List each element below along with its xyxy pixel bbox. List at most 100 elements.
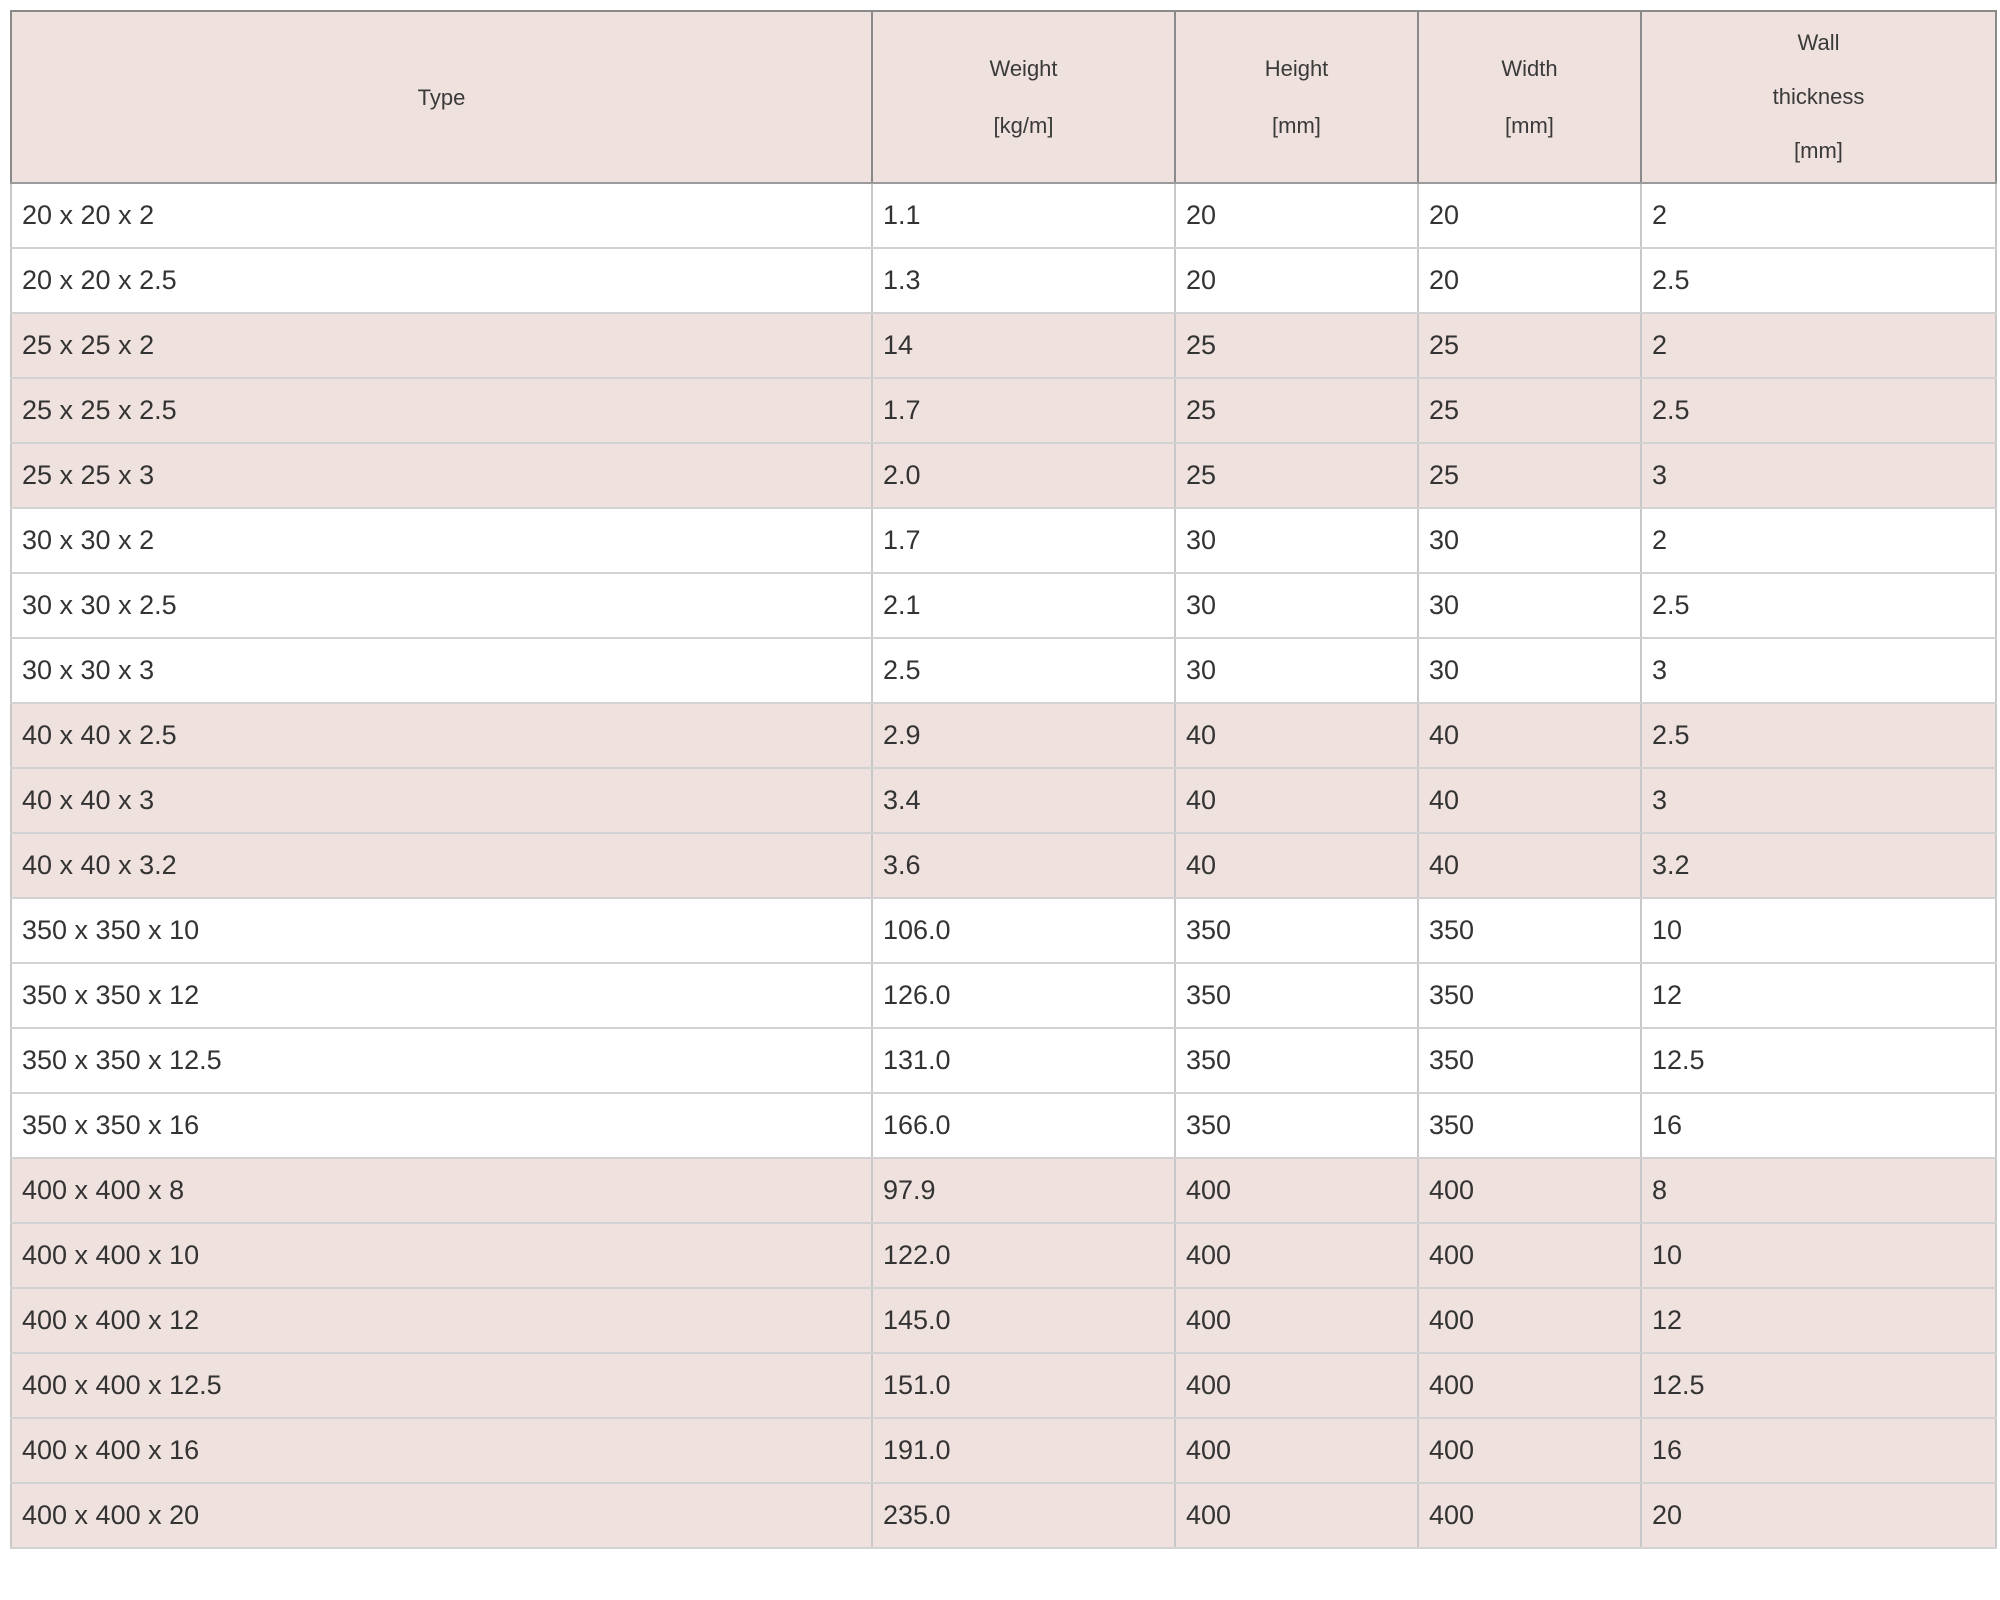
cell-weight: 1.7 bbox=[871, 378, 1176, 444]
cell-wall-thickness: 3 bbox=[1640, 638, 1997, 704]
header-width-label: Width bbox=[1501, 56, 1558, 81]
cell-height: 25 bbox=[1174, 443, 1419, 509]
cell-type: 350 x 350 x 10 bbox=[10, 898, 873, 964]
cell-height: 400 bbox=[1174, 1223, 1419, 1289]
cell-wall-thickness: 3 bbox=[1640, 443, 1997, 509]
cell-type: 25 x 25 x 2 bbox=[10, 313, 873, 379]
table-row: 20 x 20 x 2 1.1 20 20 2 bbox=[10, 183, 1997, 249]
cell-width: 40 bbox=[1417, 768, 1642, 834]
cell-weight: 166.0 bbox=[871, 1093, 1176, 1159]
cell-wall-thickness: 3.2 bbox=[1640, 833, 1997, 899]
cell-wall-thickness: 10 bbox=[1640, 1223, 1997, 1289]
header-weight-label: Weight bbox=[989, 56, 1058, 81]
cell-wall-thickness: 3 bbox=[1640, 768, 1997, 834]
cell-weight: 145.0 bbox=[871, 1288, 1176, 1354]
cell-weight: 2.5 bbox=[871, 638, 1176, 704]
table-row: 350 x 350 x 16 166.0 350 350 16 bbox=[10, 1093, 1997, 1159]
cell-type: 400 x 400 x 10 bbox=[10, 1223, 873, 1289]
cell-weight: 3.6 bbox=[871, 833, 1176, 899]
cell-width: 400 bbox=[1417, 1223, 1642, 1289]
cell-type: 400 x 400 x 12.5 bbox=[10, 1353, 873, 1419]
cell-width: 400 bbox=[1417, 1353, 1642, 1419]
cell-width: 25 bbox=[1417, 443, 1642, 509]
cell-weight: 1.7 bbox=[871, 508, 1176, 574]
cell-weight: 14 bbox=[871, 313, 1176, 379]
cell-width: 30 bbox=[1417, 638, 1642, 704]
cell-wall-thickness: 2.5 bbox=[1640, 573, 1997, 639]
cell-wall-thickness: 10 bbox=[1640, 898, 1997, 964]
spec-table-container: Type Weight [kg/m] Height [mm] Width [mm… bbox=[10, 10, 1997, 1549]
cell-weight: 131.0 bbox=[871, 1028, 1176, 1094]
cell-type: 40 x 40 x 2.5 bbox=[10, 703, 873, 769]
cell-type: 25 x 25 x 2.5 bbox=[10, 378, 873, 444]
cell-type: 400 x 400 x 20 bbox=[10, 1483, 873, 1549]
cell-weight: 122.0 bbox=[871, 1223, 1176, 1289]
cell-type: 20 x 20 x 2.5 bbox=[10, 248, 873, 314]
header-width-unit: [mm] bbox=[1505, 113, 1554, 138]
table-row: 40 x 40 x 3 3.4 40 40 3 bbox=[10, 768, 1997, 834]
table-row: 30 x 30 x 2 1.7 30 30 2 bbox=[10, 508, 1997, 574]
table-row: 20 x 20 x 2.5 1.3 20 20 2.5 bbox=[10, 248, 1997, 314]
cell-wall-thickness: 16 bbox=[1640, 1418, 1997, 1484]
cell-height: 400 bbox=[1174, 1353, 1419, 1419]
header-wall-label: Wall bbox=[1797, 30, 1840, 55]
cell-type: 20 x 20 x 2 bbox=[10, 183, 873, 249]
table-row: 400 x 400 x 16 191.0 400 400 16 bbox=[10, 1418, 1997, 1484]
table-row: 400 x 400 x 10 122.0 400 400 10 bbox=[10, 1223, 1997, 1289]
header-wall-unit: [mm] bbox=[1794, 138, 1843, 163]
table-row: 350 x 350 x 12 126.0 350 350 12 bbox=[10, 963, 1997, 1029]
cell-width: 20 bbox=[1417, 183, 1642, 249]
cell-width: 40 bbox=[1417, 833, 1642, 899]
cell-width: 350 bbox=[1417, 963, 1642, 1029]
cell-weight: 151.0 bbox=[871, 1353, 1176, 1419]
table-header: Type Weight [kg/m] Height [mm] Width [mm… bbox=[10, 11, 1997, 184]
header-thickness-label: thickness bbox=[1772, 84, 1865, 109]
cell-type: 350 x 350 x 12.5 bbox=[10, 1028, 873, 1094]
cell-height: 30 bbox=[1174, 508, 1419, 574]
header-height-label: Height bbox=[1264, 56, 1329, 81]
cell-weight: 191.0 bbox=[871, 1418, 1176, 1484]
header-height-unit: [mm] bbox=[1272, 113, 1321, 138]
cell-height: 350 bbox=[1174, 1028, 1419, 1094]
cell-wall-thickness: 2 bbox=[1640, 508, 1997, 574]
cell-width: 25 bbox=[1417, 313, 1642, 379]
table-row: 25 x 25 x 3 2.0 25 25 3 bbox=[10, 443, 1997, 509]
cell-weight: 126.0 bbox=[871, 963, 1176, 1029]
cell-width: 350 bbox=[1417, 898, 1642, 964]
cell-height: 350 bbox=[1174, 898, 1419, 964]
cell-type: 400 x 400 x 12 bbox=[10, 1288, 873, 1354]
cell-height: 40 bbox=[1174, 768, 1419, 834]
cell-type: 350 x 350 x 12 bbox=[10, 963, 873, 1029]
cell-width: 30 bbox=[1417, 573, 1642, 639]
cell-type: 30 x 30 x 2 bbox=[10, 508, 873, 574]
cell-wall-thickness: 12 bbox=[1640, 963, 1997, 1029]
cell-wall-thickness: 8 bbox=[1640, 1158, 1997, 1224]
header-weight-unit: [kg/m] bbox=[993, 113, 1054, 138]
cell-width: 350 bbox=[1417, 1093, 1642, 1159]
cell-height: 25 bbox=[1174, 313, 1419, 379]
table-row: 350 x 350 x 10 106.0 350 350 10 bbox=[10, 898, 1997, 964]
cell-width: 20 bbox=[1417, 248, 1642, 314]
cell-wall-thickness: 2 bbox=[1640, 183, 1997, 249]
cell-wall-thickness: 12.5 bbox=[1640, 1028, 1997, 1094]
cell-height: 20 bbox=[1174, 183, 1419, 249]
cell-type: 350 x 350 x 16 bbox=[10, 1093, 873, 1159]
cell-type: 40 x 40 x 3.2 bbox=[10, 833, 873, 899]
cell-weight: 1.3 bbox=[871, 248, 1176, 314]
cell-weight: 2.0 bbox=[871, 443, 1176, 509]
cell-wall-thickness: 20 bbox=[1640, 1483, 1997, 1549]
cell-height: 25 bbox=[1174, 378, 1419, 444]
cell-type: 30 x 30 x 3 bbox=[10, 638, 873, 704]
table-row: 30 x 30 x 2.5 2.1 30 30 2.5 bbox=[10, 573, 1997, 639]
header-type-label: Type bbox=[417, 84, 466, 110]
cell-height: 40 bbox=[1174, 833, 1419, 899]
header-row: Type Weight [kg/m] Height [mm] Width [mm… bbox=[10, 11, 1997, 184]
table-row: 25 x 25 x 2 14 25 25 2 bbox=[10, 313, 1997, 379]
table-row: 25 x 25 x 2.5 1.7 25 25 2.5 bbox=[10, 378, 1997, 444]
cell-height: 400 bbox=[1174, 1158, 1419, 1224]
cell-type: 40 x 40 x 3 bbox=[10, 768, 873, 834]
cell-width: 400 bbox=[1417, 1483, 1642, 1549]
cell-weight: 2.9 bbox=[871, 703, 1176, 769]
cell-weight: 3.4 bbox=[871, 768, 1176, 834]
cell-height: 400 bbox=[1174, 1288, 1419, 1354]
